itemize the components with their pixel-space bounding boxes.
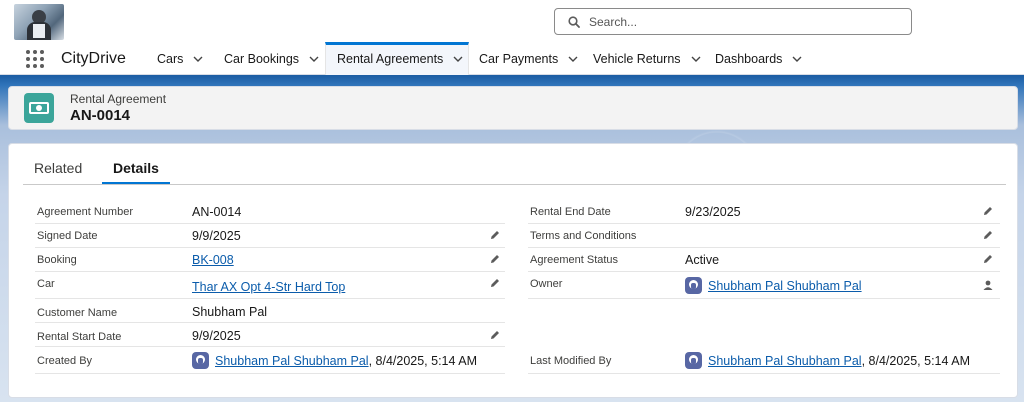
field-value: Active — [685, 253, 720, 267]
car-link[interactable]: Thar AX Opt 4-Str Hard Top — [192, 280, 345, 294]
created-by-date: , 8/4/2025, 5:14 AM — [368, 354, 477, 368]
user-avatar-icon — [685, 352, 702, 369]
org-logo[interactable] — [14, 4, 64, 40]
global-header — [0, 0, 1024, 42]
field-rental-start-date: Rental Start Date 9/9/2025 — [35, 323, 505, 347]
global-search[interactable] — [554, 8, 912, 35]
field-label: Customer Name — [37, 307, 118, 319]
pencil-icon[interactable] — [489, 277, 501, 289]
nav-item-label: Car Payments — [479, 51, 559, 66]
field-created-by: Created By Shubham Pal Shubham Pal, 8/4/… — [35, 347, 505, 374]
nav-item-cars[interactable]: Cars — [157, 42, 204, 75]
app-launcher-icon[interactable] — [26, 50, 44, 68]
nav-item-label: Car Bookings — [224, 51, 300, 66]
chevron-down-icon[interactable] — [452, 53, 464, 65]
rental-agreement-icon — [24, 93, 54, 123]
nav-item-car-payments[interactable]: Car Payments — [479, 42, 579, 75]
field-value: Shubham Pal — [192, 305, 268, 319]
pencil-icon[interactable] — [982, 229, 994, 241]
created-by-user-link[interactable]: Shubham Pal Shubham Pal — [215, 354, 369, 368]
record-title: AN-0014 — [70, 107, 131, 124]
field-label: Owner — [530, 278, 563, 290]
nav-item-dashboards[interactable]: Dashboards — [715, 42, 803, 75]
nav-item-vehicle-returns[interactable]: Vehicle Returns — [593, 42, 702, 75]
change-owner-icon[interactable] — [982, 279, 994, 291]
field-owner: Owner Shubham Pal Shubham Pal — [528, 272, 1000, 299]
nav-item-label: Rental Agreements — [337, 51, 444, 66]
last-modified-by-user-link[interactable]: Shubham Pal Shubham Pal — [708, 354, 862, 368]
field-agreement-number: Agreement Number AN-0014 — [35, 200, 505, 224]
owner-user-link[interactable]: Shubham Pal Shubham Pal — [708, 279, 862, 293]
field-value: AN-0014 — [192, 205, 242, 219]
field-label: Car — [37, 278, 55, 290]
details-card: Related Details Agreement Number AN-0014… — [8, 143, 1018, 398]
field-label: Agreement Number — [37, 206, 133, 218]
pencil-icon[interactable] — [982, 205, 994, 217]
field-booking: Booking BK-008 — [35, 248, 505, 272]
booking-link[interactable]: BK-008 — [192, 253, 234, 267]
field-value: 9/23/2025 — [685, 205, 741, 219]
field-value: 9/9/2025 — [192, 329, 241, 343]
field-label: Signed Date — [37, 230, 98, 242]
field-label: Created By — [37, 355, 93, 367]
nav-item-label: Cars — [157, 51, 184, 66]
chevron-down-icon[interactable] — [567, 53, 579, 65]
field-label: Last Modified By — [530, 355, 612, 367]
user-avatar-icon — [192, 352, 209, 369]
field-rental-end-date: Rental End Date 9/23/2025 — [528, 200, 1000, 224]
last-modified-by-date: , 8/4/2025, 5:14 AM — [861, 354, 970, 368]
app-name: CityDrive — [61, 50, 126, 67]
chevron-down-icon[interactable] — [308, 53, 320, 65]
search-input[interactable] — [589, 13, 889, 31]
field-label: Rental End Date — [530, 206, 611, 218]
nav-item-car-bookings[interactable]: Car Bookings — [224, 42, 320, 75]
field-car: Car Thar AX Opt 4-Str Hard Top — [35, 272, 505, 299]
search-icon — [568, 16, 580, 28]
field-customer-name: Customer Name Shubham Pal — [35, 299, 505, 323]
field-signed-date: Signed Date 9/9/2025 — [35, 224, 505, 248]
field-label: Agreement Status — [530, 254, 619, 266]
record-type: Rental Agreement — [70, 92, 167, 106]
field-agreement-status: Agreement Status Active — [528, 248, 1000, 272]
chevron-down-icon[interactable] — [690, 53, 702, 65]
chevron-down-icon[interactable] — [791, 53, 803, 65]
record-header: Rental Agreement AN-0014 — [8, 86, 1018, 130]
field-label: Terms and Conditions — [530, 230, 637, 242]
nav-item-label: Vehicle Returns — [593, 51, 681, 66]
pencil-icon[interactable] — [982, 253, 994, 265]
field-value: 9/9/2025 — [192, 229, 241, 243]
tab-divider — [23, 184, 1006, 185]
field-last-modified-by: Last Modified By Shubham Pal Shubham Pal… — [528, 347, 1000, 374]
nav-item-rental-agreements[interactable]: Rental Agreements — [325, 42, 469, 75]
nav-item-label: Dashboards — [715, 51, 783, 66]
field-label: Booking — [37, 254, 77, 266]
pencil-icon[interactable] — [489, 329, 501, 341]
chevron-down-icon[interactable] — [192, 53, 204, 65]
tab-related[interactable]: Related — [34, 160, 82, 176]
user-avatar-icon — [685, 277, 702, 294]
tab-details[interactable]: Details — [113, 160, 159, 176]
field-label: Rental Start Date — [37, 331, 122, 343]
app-nav-bar: CityDrive Cars Car Bookings Rental Agree… — [0, 42, 1024, 75]
field-terms-and-conditions: Terms and Conditions — [528, 224, 1000, 248]
pencil-icon[interactable] — [489, 253, 501, 265]
pencil-icon[interactable] — [489, 229, 501, 241]
